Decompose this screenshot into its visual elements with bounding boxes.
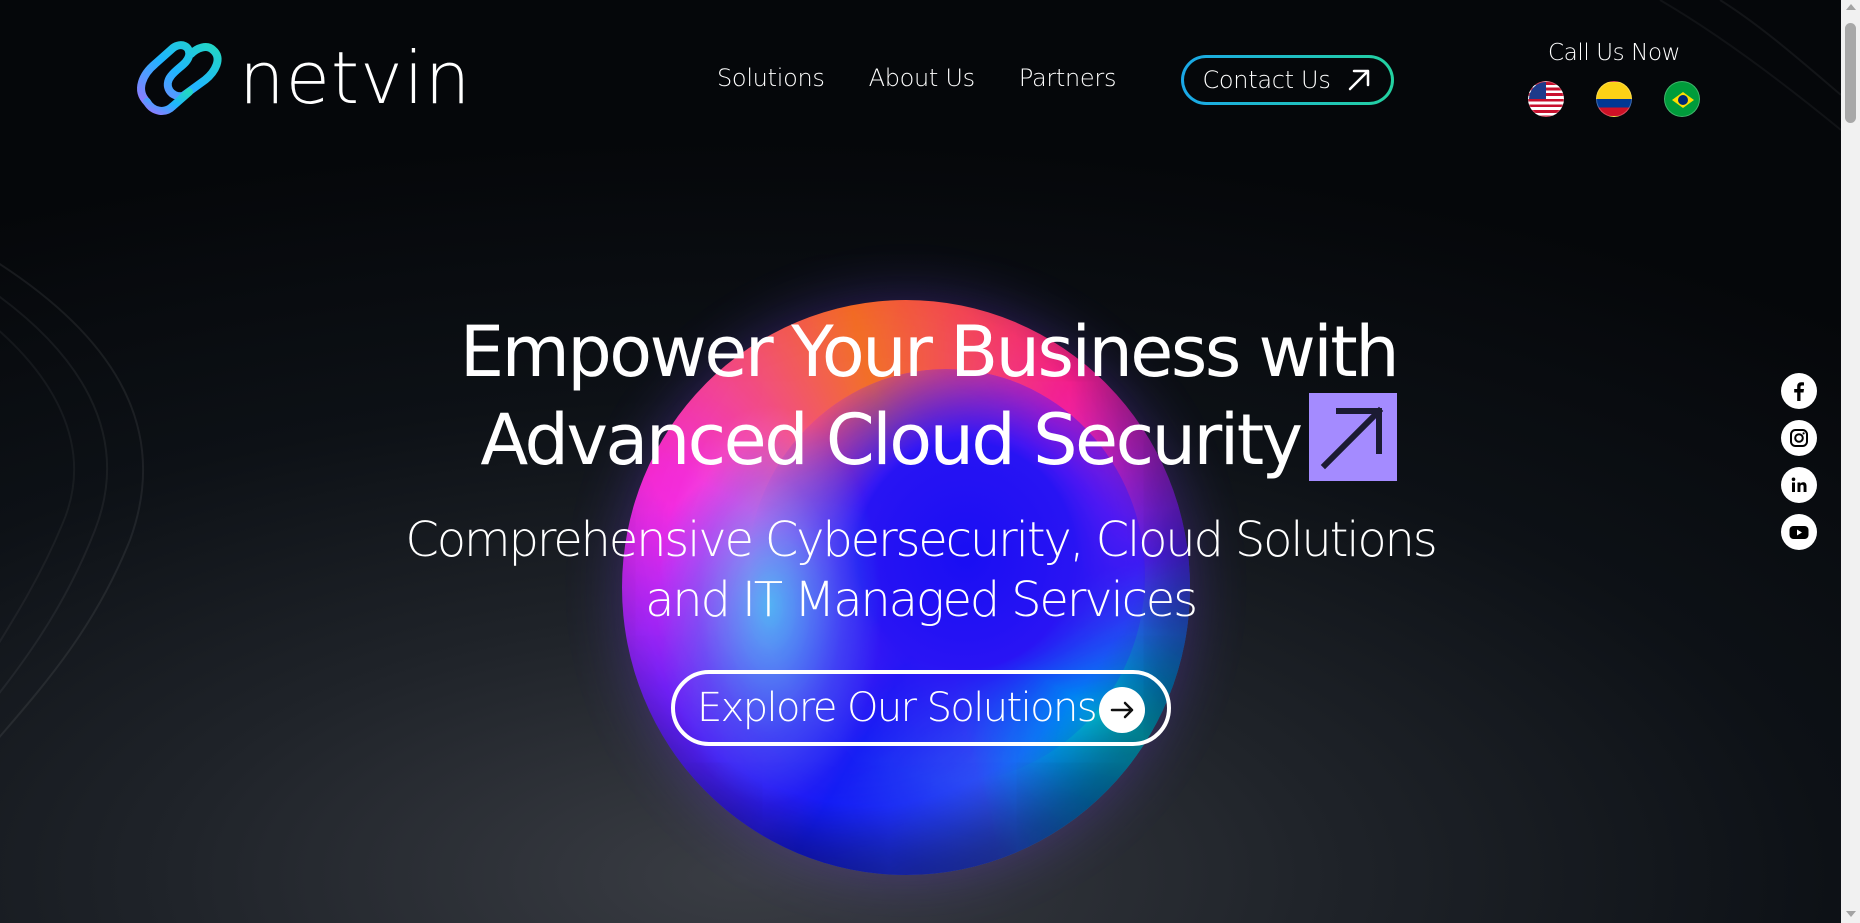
main-nav: Solutions About Us Partners (717, 62, 1160, 94)
linkedin-icon[interactable] (1781, 467, 1817, 503)
explore-solutions-label: Explore Our Solutions (697, 685, 1098, 731)
contact-us-button[interactable]: Contact Us (1181, 55, 1394, 105)
scroll-thumb[interactable] (1845, 23, 1856, 123)
hero-headline-line1: Empower Your Business with (459, 311, 1400, 393)
nav-partners-link[interactable]: Partners (1019, 62, 1117, 94)
youtube-icon[interactable] (1781, 514, 1817, 550)
netvin-logo[interactable]: netvin (133, 36, 472, 120)
contact-us-label: Contact Us (1202, 66, 1331, 94)
brazil-flag-icon[interactable] (1664, 81, 1700, 117)
page-scrollbar[interactable] (1841, 0, 1860, 923)
netvin-logo-icon (137, 41, 222, 115)
facebook-icon[interactable] (1781, 373, 1817, 409)
hero-headline-line2: Advanced Cloud Security (480, 399, 1303, 481)
instagram-icon[interactable] (1781, 420, 1817, 456)
explore-solutions-button[interactable]: Explore Our Solutions (671, 670, 1171, 746)
country-flags (1528, 81, 1700, 117)
hero-subheadline-line2: and IT Managed Services (645, 572, 1198, 628)
scroll-down-arrow-icon[interactable] (1846, 911, 1856, 917)
nav-solutions-link[interactable]: Solutions (717, 62, 825, 94)
hero-subheadline-line1: Comprehensive Cybersecurity, Cloud Solut… (405, 512, 1437, 568)
us-flag-icon[interactable] (1528, 81, 1564, 117)
landing-page: netvin Solutions About Us Partners Conta… (0, 0, 1841, 923)
arrow-right-icon (1099, 687, 1145, 733)
hero-headline-line2-wrap: Advanced Cloud Security (18, 392, 1841, 489)
brand-name: netvin (239, 36, 472, 120)
scroll-up-arrow-icon[interactable] (1846, 4, 1856, 10)
hero-headline: Empower Your Business with Advanced Clou… (0, 308, 1841, 489)
nav-about-us-link[interactable]: About Us (869, 62, 976, 94)
hero-subheadline: Comprehensive Cybersecurity, Cloud Solut… (0, 510, 1841, 630)
arrow-up-right-icon (1308, 392, 1397, 481)
call-us-label: Call Us Now (1547, 40, 1681, 66)
arrow-up-right-icon (1348, 69, 1369, 91)
social-links (1781, 373, 1817, 561)
colombia-flag-icon[interactable] (1596, 81, 1632, 117)
